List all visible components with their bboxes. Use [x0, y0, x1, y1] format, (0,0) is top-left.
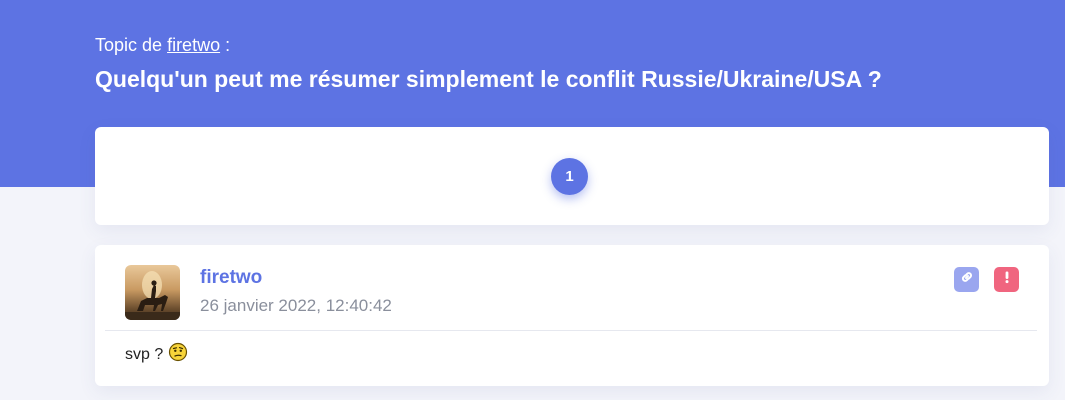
pagination-card: 1: [95, 127, 1049, 225]
link-icon: [960, 270, 974, 289]
page-1-button[interactable]: 1: [551, 158, 588, 195]
topic-author-link[interactable]: firetwo: [167, 35, 220, 55]
post-card: firetwo 26 janvier 2022, 12:40:42 svp ?: [95, 245, 1049, 386]
page-title: Quelqu'un peut me résumer simplement le …: [95, 66, 882, 92]
post-message-text: svp ?: [125, 345, 164, 363]
post-message: svp ?: [125, 342, 188, 367]
thinking-smiley-icon: [168, 342, 188, 367]
report-button[interactable]: [994, 267, 1019, 292]
post-date: 26 janvier 2022, 12:40:42: [200, 296, 392, 315]
topic-suffix: :: [225, 35, 231, 55]
post-author-link[interactable]: firetwo: [200, 267, 262, 289]
post-divider: [105, 330, 1037, 331]
permalink-button[interactable]: [954, 267, 979, 292]
topic-prefix: Topic de: [95, 35, 163, 55]
topic-byline: Topic de firetwo :: [95, 35, 230, 56]
avatar[interactable]: [125, 265, 180, 320]
report-icon: [1000, 270, 1014, 289]
